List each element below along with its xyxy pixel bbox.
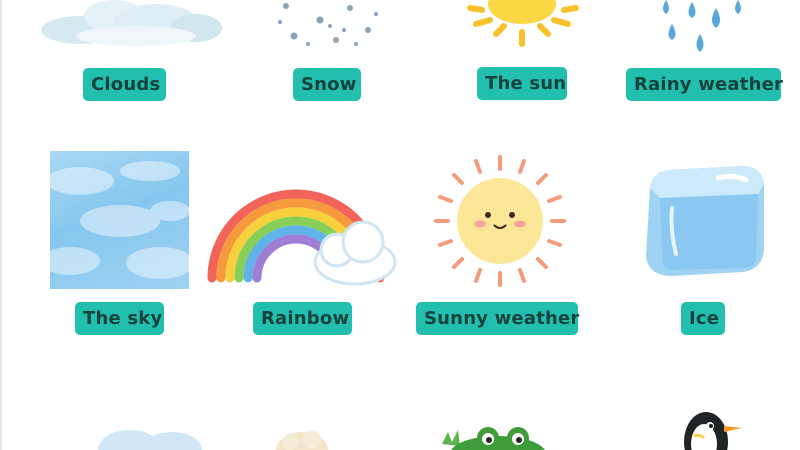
card-label-rainy: Rainy weather [626,68,783,101]
card-label-sky: The sky [75,302,164,335]
sun-picture [467,0,579,47]
sky-picture [50,151,189,289]
ice-cube-picture [646,166,764,276]
sheep-picture [276,431,328,450]
sunny-face-picture [434,155,566,287]
raindrops-picture [663,0,741,52]
rainbow-picture [207,189,397,286]
card-label-sun: The sun [477,67,567,100]
page-left-border [0,0,2,450]
clouds-picture [41,0,222,46]
card-label-clouds: Clouds [83,68,166,101]
card-label-ice: Ice [681,302,725,335]
penguin-picture [684,412,742,450]
frog-picture [442,427,545,450]
card-label-rainbow: Rainbow [253,302,352,335]
snow-picture [278,3,378,46]
card-label-snow: Snow [293,68,361,101]
card-label-sunny: Sunny weather [416,302,579,335]
cloud-picture [98,430,202,450]
